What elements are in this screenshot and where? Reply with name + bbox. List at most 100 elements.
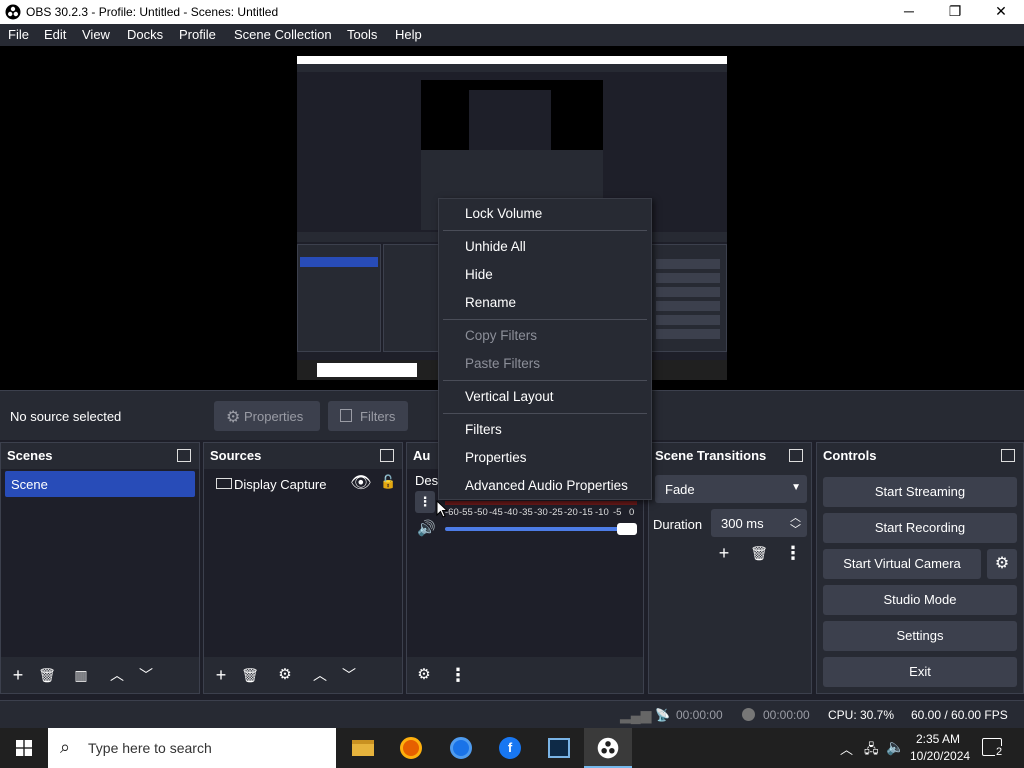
windows-start-icon[interactable] — [16, 740, 32, 756]
undock-icon[interactable] — [177, 449, 191, 462]
tick-label: -35 — [519, 507, 533, 518]
menu-docks[interactable]: Docks — [127, 27, 163, 42]
scene-filters-icon[interactable]: ▥ — [68, 663, 94, 687]
scene-transitions-dock: Scene Transitions Fade ▼ Duration 300 ms… — [648, 442, 812, 694]
chevron-up-icon[interactable]: ︿ — [840, 739, 853, 758]
menu-help[interactable]: Help — [395, 27, 422, 42]
minimize-button[interactable]: ─ — [886, 0, 932, 24]
status-bar: ▂▄▆ 📡 00:00:00 00:00:00 CPU: 30.7% 60.00… — [0, 700, 1024, 728]
copy-filters-item[interactable]: Copy Filters — [465, 328, 537, 343]
scene-item-label: Scene — [11, 477, 48, 492]
properties-button[interactable]: ⚙ Properties — [214, 401, 320, 431]
duration-label: Duration — [653, 517, 703, 532]
maximize-button[interactable]: ❐ — [932, 0, 978, 24]
hide-item[interactable]: Hide — [465, 267, 493, 282]
filters-item[interactable]: Filters — [465, 422, 502, 437]
settings-button[interactable]: Settings — [823, 621, 1017, 651]
menu-file[interactable]: File — [8, 27, 29, 42]
undock-icon[interactable] — [789, 449, 803, 462]
close-button[interactable]: ✕ — [978, 0, 1024, 24]
gear-icon: ⚙ — [994, 555, 1010, 572]
no-source-label: No source selected — [10, 409, 122, 424]
more-options-icon[interactable]: ⋮ — [445, 663, 471, 687]
volume-slider[interactable] — [445, 527, 627, 531]
gear-icon[interactable]: ⚙ — [272, 663, 298, 687]
paste-filters-item[interactable]: Paste Filters — [465, 356, 540, 371]
file-explorer-icon[interactable] — [352, 740, 374, 756]
exit-button[interactable]: Exit — [823, 657, 1017, 687]
start-streaming-button[interactable]: Start Streaming — [823, 477, 1017, 507]
add-source-icon[interactable]: + — [208, 663, 234, 687]
menu-tools[interactable]: Tools — [347, 27, 377, 42]
filter-icon — [340, 409, 352, 422]
chevron-down-icon[interactable]: ﹀ — [790, 521, 801, 537]
transition-select[interactable]: Fade ▼ — [655, 475, 807, 503]
trash-icon[interactable]: 🗑 — [746, 541, 772, 565]
facebook-icon[interactable]: f — [499, 737, 521, 759]
eye-icon[interactable]: 👁 — [350, 473, 372, 493]
stream-time: 00:00:00 — [676, 708, 723, 722]
lock-volume-item[interactable]: Lock Volume — [465, 206, 542, 221]
trash-icon[interactable]: 🗑 — [237, 663, 263, 687]
tick-label: -40 — [504, 507, 518, 518]
more-options-icon[interactable]: ⋮ — [780, 541, 806, 565]
rename-item[interactable]: Rename — [465, 295, 516, 310]
firefox-icon[interactable] — [400, 737, 422, 759]
scenes-dock: Scenes Scene + 🗑 ▥ ︿ ﹀ — [0, 442, 200, 694]
mouse-cursor-icon — [436, 500, 448, 518]
add-transition-icon[interactable]: + — [711, 541, 737, 565]
sources-title: Sources — [210, 448, 262, 463]
tick-label: -45 — [489, 507, 503, 518]
record-time: 00:00:00 — [763, 708, 810, 722]
move-up-icon[interactable]: ︿ — [104, 663, 130, 687]
taskbar-search-input[interactable]: ⌕ Type here to search — [48, 728, 336, 768]
video-editor-icon[interactable] — [548, 738, 570, 758]
properties-item[interactable]: Properties — [465, 450, 527, 465]
menu-edit[interactable]: Edit — [44, 27, 66, 42]
chevron-down-icon: ▼ — [791, 482, 801, 493]
undock-icon[interactable] — [380, 449, 394, 462]
volume-slider-handle[interactable] — [617, 523, 637, 535]
menu-scene-collection[interactable]: Scene Collection — [234, 27, 332, 42]
vertical-layout-item[interactable]: Vertical Layout — [465, 389, 554, 404]
menu-separator — [443, 380, 647, 381]
meter-ticks: -60 -55 -50 -45 -40 -35 -30 -25 -20 -15 … — [445, 507, 637, 521]
volume-icon[interactable]: 🔈 — [886, 738, 905, 756]
notification-badge: 2 — [995, 746, 1004, 758]
move-down-icon[interactable]: ﹀ — [336, 663, 362, 687]
chrome-icon[interactable] — [450, 737, 472, 759]
search-placeholder: Type here to search — [88, 740, 212, 756]
gear-icon: ⚙ — [226, 409, 241, 426]
clock-time[interactable]: 2:35 AM — [916, 732, 960, 746]
track-menu-icon[interactable]: ⋮ — [415, 491, 435, 513]
lock-icon[interactable]: 🔓 — [380, 474, 396, 490]
tick-label: -15 — [579, 507, 593, 518]
move-down-icon[interactable]: ﹀ — [133, 663, 159, 687]
speaker-icon[interactable]: 🔊 — [417, 519, 436, 537]
duration-value: 300 ms — [721, 516, 764, 531]
virtual-camera-settings-button[interactable]: ⚙ — [987, 549, 1017, 579]
move-up-icon[interactable]: ︿ — [307, 663, 333, 687]
preview-controls-dock — [649, 244, 727, 352]
undock-icon[interactable] — [1001, 449, 1015, 462]
network-icon[interactable]: 🖧 — [864, 740, 879, 762]
menu-profile[interactable]: Profile — [179, 27, 216, 42]
record-icon — [742, 708, 755, 721]
obs-taskbar-icon[interactable] — [584, 728, 632, 768]
advanced-audio-properties-item[interactable]: Advanced Audio Properties — [465, 478, 628, 493]
duration-input[interactable]: 300 ms ︿ ﹀ — [711, 509, 807, 537]
menu-view[interactable]: View — [82, 27, 110, 42]
studio-mode-button[interactable]: Studio Mode — [823, 585, 1017, 615]
unhide-all-item[interactable]: Unhide All — [465, 239, 526, 254]
clock-date[interactable]: 10/20/2024 — [910, 749, 970, 763]
filters-button[interactable]: Filters — [328, 401, 408, 431]
start-virtual-camera-button[interactable]: Start Virtual Camera — [823, 549, 981, 579]
trash-icon[interactable]: 🗑 — [34, 663, 60, 687]
scene-item[interactable]: Scene — [5, 471, 195, 497]
gear-icon[interactable]: ⚙ — [411, 663, 437, 687]
menu-bar: File Edit View Docks Profile Scene Colle… — [0, 24, 1024, 46]
add-scene-icon[interactable]: + — [5, 663, 31, 687]
menu-separator — [443, 413, 647, 414]
source-item[interactable]: Display Capture 👁 🔓 — [208, 471, 398, 497]
start-recording-button[interactable]: Start Recording — [823, 513, 1017, 543]
